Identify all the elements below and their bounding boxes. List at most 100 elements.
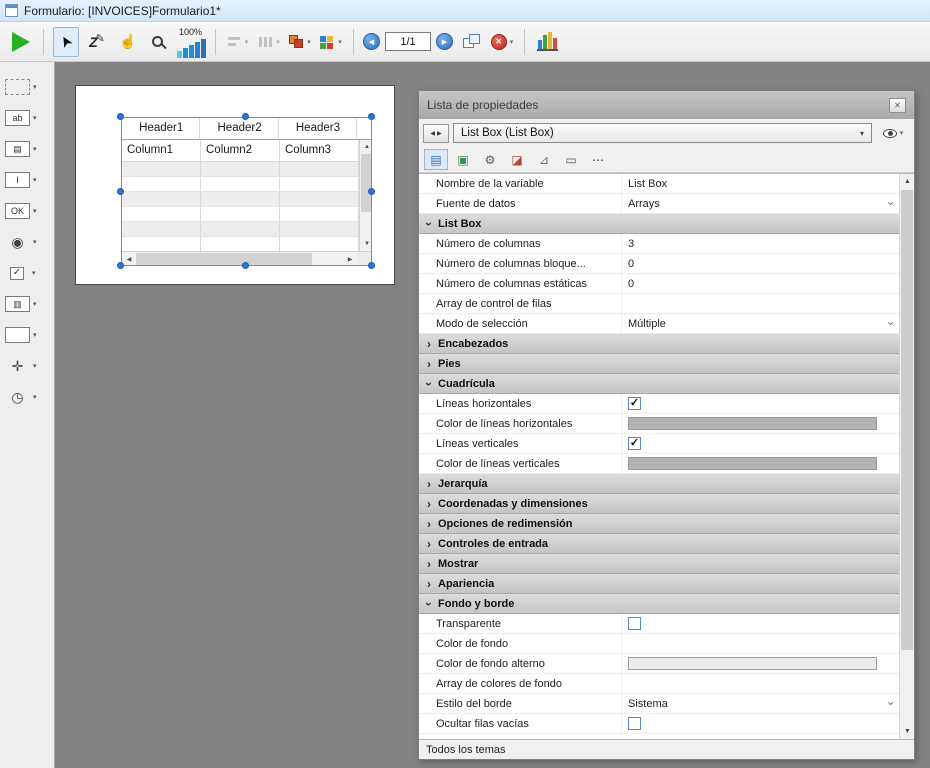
execute-form-button[interactable] bbox=[8, 27, 34, 57]
scrollbar-thumb[interactable] bbox=[901, 190, 913, 650]
section-header[interactable]: ›Coordenadas y dimensiones bbox=[419, 494, 899, 514]
tab-settings[interactable]: ⚙ bbox=[478, 149, 502, 170]
section-header[interactable]: ›Jerarquía bbox=[419, 474, 899, 494]
chevron-down-icon[interactable]: ▾ bbox=[245, 38, 249, 46]
scroll-down-button[interactable]: ▼ bbox=[360, 237, 371, 251]
previous-page-button[interactable]: ◀ bbox=[363, 33, 380, 50]
rectangle-tool-button[interactable]: ▾ bbox=[0, 324, 52, 346]
chevron-down-icon[interactable]: ▾ bbox=[32, 269, 36, 277]
chevron-down-icon[interactable]: ▾ bbox=[33, 207, 37, 215]
chevron-down-icon[interactable]: ▾ bbox=[33, 176, 37, 184]
property-scrollbar[interactable]: ▲ ▼ bbox=[899, 174, 914, 739]
view-options-button[interactable]: ▾ bbox=[876, 123, 910, 143]
tab-chart[interactable]: ⊿ bbox=[532, 149, 556, 170]
selection-handle[interactable] bbox=[242, 113, 249, 120]
duplicate-many-button[interactable]: ▾ bbox=[318, 27, 344, 57]
chevron-down-icon[interactable]: ▾ bbox=[33, 300, 37, 308]
manage-pages-button[interactable] bbox=[458, 27, 484, 57]
input-field-tool-button[interactable]: ab▾ bbox=[0, 107, 52, 129]
listbox-builder-button[interactable] bbox=[534, 27, 560, 57]
checkbox-checked[interactable]: ✓ bbox=[628, 397, 641, 410]
scroll-down-button[interactable]: ▼ bbox=[900, 724, 914, 739]
checkbox-unchecked[interactable] bbox=[628, 717, 641, 730]
variable-tool-button[interactable]: I▾ bbox=[0, 169, 52, 191]
tab-property-list[interactable]: ▤ bbox=[424, 149, 448, 170]
selection-handle[interactable] bbox=[117, 113, 124, 120]
property-value-text[interactable]: Sistema bbox=[628, 698, 668, 710]
property-value-text[interactable]: 0 bbox=[628, 278, 634, 290]
section-header[interactable]: ›Apariencia bbox=[419, 574, 899, 594]
zoom-tool-button[interactable] bbox=[146, 27, 172, 57]
listbox-object[interactable]: Header1Header2Header3 Column1Column2Colu… bbox=[121, 117, 372, 266]
color-swatch[interactable] bbox=[628, 457, 877, 470]
chevron-down-icon[interactable]: ▾ bbox=[33, 393, 37, 401]
scroll-right-button[interactable]: ▶ bbox=[343, 252, 357, 266]
selection-marquee-tool-button[interactable]: ▾ bbox=[0, 76, 52, 98]
chevron-down-icon[interactable]: ▾ bbox=[33, 238, 37, 246]
chevron-down-icon[interactable]: ▾ bbox=[33, 145, 37, 153]
section-header[interactable]: ›Pies bbox=[419, 354, 899, 374]
radio-button-tool-button[interactable]: ◉▾ bbox=[0, 231, 52, 253]
section-header[interactable]: ›Mostrar bbox=[419, 554, 899, 574]
chevron-down-icon[interactable]: › bbox=[885, 322, 896, 326]
zoom-level-control[interactable]: 100% bbox=[177, 26, 206, 58]
section-header[interactable]: ›Encabezados bbox=[419, 334, 899, 354]
checkbox-unchecked[interactable] bbox=[628, 617, 641, 630]
chevron-down-icon[interactable]: ▾ bbox=[33, 114, 37, 122]
property-panel-titlebar[interactable]: Lista de propiedades ✕ bbox=[419, 91, 914, 119]
selection-handle[interactable] bbox=[368, 188, 375, 195]
property-value-text[interactable]: Arrays bbox=[628, 198, 660, 210]
scrollbar-thumb[interactable] bbox=[361, 154, 371, 212]
selection-handle[interactable] bbox=[117, 262, 124, 269]
chevron-down-icon[interactable]: ▾ bbox=[338, 38, 342, 46]
selection-handle[interactable] bbox=[368, 262, 375, 269]
next-page-button[interactable]: ▶ bbox=[436, 33, 453, 50]
button-tool-button[interactable]: OK▾ bbox=[0, 200, 52, 222]
selection-handle[interactable] bbox=[368, 113, 375, 120]
section-header[interactable]: ›Controles de entrada bbox=[419, 534, 899, 554]
object-prev-next-button[interactable]: ◀ ▶ bbox=[423, 124, 449, 143]
chevron-down-icon[interactable]: ▾ bbox=[510, 38, 514, 46]
tab-data-source[interactable]: ◪ bbox=[505, 149, 529, 170]
color-swatch[interactable] bbox=[628, 417, 877, 430]
object-selector-dropdown[interactable]: List Box (List Box) ▾ bbox=[453, 123, 872, 143]
subform-tool-button[interactable]: ▤▾ bbox=[0, 138, 52, 160]
entry-order-button[interactable]: Z ✎ bbox=[84, 27, 110, 57]
property-value-text[interactable]: 3 bbox=[628, 238, 634, 250]
scroll-up-button[interactable]: ▲ bbox=[900, 174, 914, 189]
selection-handle[interactable] bbox=[117, 188, 124, 195]
section-header[interactable]: ›Cuadrícula bbox=[419, 374, 899, 394]
close-button[interactable]: ✕ bbox=[889, 98, 906, 113]
chevron-down-icon[interactable]: ▾ bbox=[33, 362, 37, 370]
section-header[interactable]: ›Opciones de redimensión bbox=[419, 514, 899, 534]
scrollbar-thumb[interactable] bbox=[136, 253, 312, 265]
object-level-button[interactable]: ▾ bbox=[287, 27, 313, 57]
property-value-text[interactable]: 0 bbox=[628, 258, 634, 270]
checkbox-checked[interactable]: ✓ bbox=[628, 437, 641, 450]
splitter-tool-button[interactable]: ✛▾ bbox=[0, 355, 52, 377]
chevron-down-icon[interactable]: ▾ bbox=[33, 83, 37, 91]
delete-page-button[interactable]: ✕ ▾ bbox=[489, 27, 515, 57]
scroll-left-button[interactable]: ◀ bbox=[122, 252, 136, 266]
chevron-down-icon[interactable]: › bbox=[885, 702, 896, 706]
tab-display[interactable]: ▭ bbox=[559, 149, 583, 170]
select-tool-button[interactable]: ➤ bbox=[53, 27, 79, 57]
chevron-down-icon[interactable]: ▾ bbox=[276, 38, 280, 46]
chevron-down-icon[interactable]: ▾ bbox=[33, 331, 37, 339]
window-titlebar[interactable]: Formulario: [INVOICES]Formulario1* bbox=[0, 0, 930, 22]
property-value-text[interactable]: Múltiple bbox=[628, 318, 666, 330]
checkbox-tool-button[interactable]: ✓▾ bbox=[0, 262, 52, 284]
chevron-down-icon[interactable]: ▾ bbox=[307, 38, 311, 46]
form-canvas[interactable]: Header1Header2Header3 Column1Column2Colu… bbox=[75, 85, 395, 285]
section-header[interactable]: ›List Box bbox=[419, 214, 899, 234]
color-swatch[interactable] bbox=[628, 657, 877, 670]
listbox-vertical-scrollbar[interactable]: ▲ ▼ bbox=[359, 140, 371, 251]
pan-tool-button[interactable]: ☝ bbox=[115, 27, 141, 57]
distribute-objects-button[interactable]: ▾ bbox=[256, 27, 282, 57]
chevron-down-icon[interactable]: › bbox=[885, 202, 896, 206]
tab-more-options[interactable]: ⋯ bbox=[586, 149, 610, 170]
page-indicator-field[interactable]: 1/1 bbox=[385, 32, 431, 51]
selection-handle[interactable] bbox=[242, 262, 249, 269]
tab-picture[interactable]: ▣ bbox=[451, 149, 475, 170]
scroll-up-button[interactable]: ▲ bbox=[360, 140, 371, 154]
